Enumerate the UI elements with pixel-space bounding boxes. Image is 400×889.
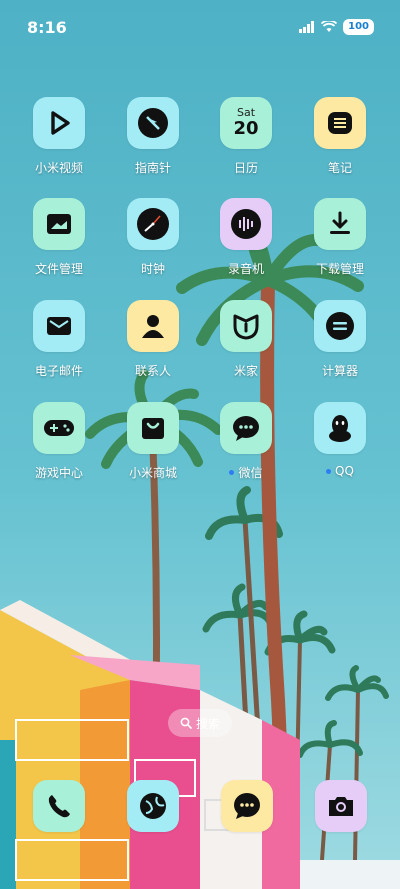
- app-game-center[interactable]: 游戏中心: [14, 402, 104, 492]
- app-file-manager[interactable]: 文件管理: [14, 198, 104, 288]
- phone-icon: [48, 795, 70, 818]
- app-compass[interactable]: 指南针: [108, 97, 198, 187]
- camera-icon: [329, 797, 353, 816]
- dock-messages[interactable]: [221, 780, 273, 832]
- folder-icon: [33, 198, 85, 250]
- clock-time: 8:16: [27, 18, 67, 37]
- status-bar: 8:16 100: [0, 0, 400, 56]
- penguin-icon: [314, 402, 366, 454]
- download-icon: [314, 198, 366, 250]
- dock-camera[interactable]: [315, 780, 367, 832]
- app-label: 笔记: [327, 161, 352, 175]
- play-icon: [33, 97, 85, 149]
- wifi-icon: [321, 21, 338, 32]
- app-label: 游戏中心: [34, 466, 83, 480]
- app-label: 电子邮件: [34, 364, 83, 378]
- app-label: 时钟: [140, 262, 165, 276]
- app-label: QQ: [326, 464, 354, 478]
- app-calculator[interactable]: 计算器: [295, 300, 385, 390]
- recorder-icon: [220, 198, 272, 250]
- app-qq[interactable]: QQ: [295, 402, 385, 492]
- compass-icon: [127, 97, 179, 149]
- dock-phone[interactable]: [33, 780, 85, 832]
- search-label: 搜索: [195, 716, 220, 731]
- app-calendar[interactable]: Sat 20 日历: [201, 97, 291, 187]
- app-label: 米家: [233, 364, 258, 378]
- clock-icon: [127, 198, 179, 250]
- app-mi-store[interactable]: 小米商城: [108, 402, 198, 492]
- browser-icon: [140, 793, 166, 819]
- app-label: 小米商城: [128, 466, 177, 480]
- search-icon: [180, 717, 192, 729]
- app-label: 文件管理: [34, 262, 83, 276]
- app-label: 计算器: [321, 364, 358, 378]
- calculator-icon: [314, 300, 366, 352]
- app-recorder[interactable]: 录音机: [201, 198, 291, 288]
- signal-icon: [299, 21, 315, 33]
- app-label: 指南针: [134, 161, 171, 175]
- app-label: 联系人: [134, 364, 171, 378]
- app-clock[interactable]: 时钟: [108, 198, 198, 288]
- notes-icon: [314, 97, 366, 149]
- battery-indicator: 100: [343, 19, 374, 35]
- shop-bag-icon: [127, 402, 179, 454]
- chat-bubble-icon: [220, 402, 272, 454]
- app-contacts[interactable]: 联系人: [108, 300, 198, 390]
- calendar-icon: Sat 20: [220, 97, 272, 149]
- calendar-date: 20: [233, 118, 259, 139]
- app-mijia[interactable]: 米家: [201, 300, 291, 390]
- gamepad-icon: [33, 402, 85, 454]
- app-label-text: 微信: [238, 466, 263, 480]
- app-label-text: QQ: [335, 464, 354, 478]
- status-icons: 100: [299, 19, 374, 35]
- app-label: 下载管理: [315, 262, 364, 276]
- app-downloads[interactable]: 下载管理: [295, 198, 385, 288]
- app-wechat[interactable]: 微信: [201, 402, 291, 492]
- app-label: 录音机: [227, 262, 264, 276]
- mail-icon: [33, 300, 85, 352]
- app-mi-video[interactable]: 小米视频: [14, 97, 104, 187]
- dock-browser[interactable]: [127, 780, 179, 832]
- mijia-icon: [220, 300, 272, 352]
- messages-icon: [234, 793, 260, 819]
- search-button[interactable]: 搜索: [168, 709, 232, 737]
- person-icon: [127, 300, 179, 352]
- notification-dot: [229, 470, 235, 475]
- app-email[interactable]: 电子邮件: [14, 300, 104, 390]
- app-notes[interactable]: 笔记: [295, 97, 385, 187]
- app-label: 日历: [233, 161, 258, 175]
- notification-dot: [326, 468, 332, 474]
- app-label: 微信: [229, 464, 263, 481]
- app-label: 小米视频: [34, 161, 83, 175]
